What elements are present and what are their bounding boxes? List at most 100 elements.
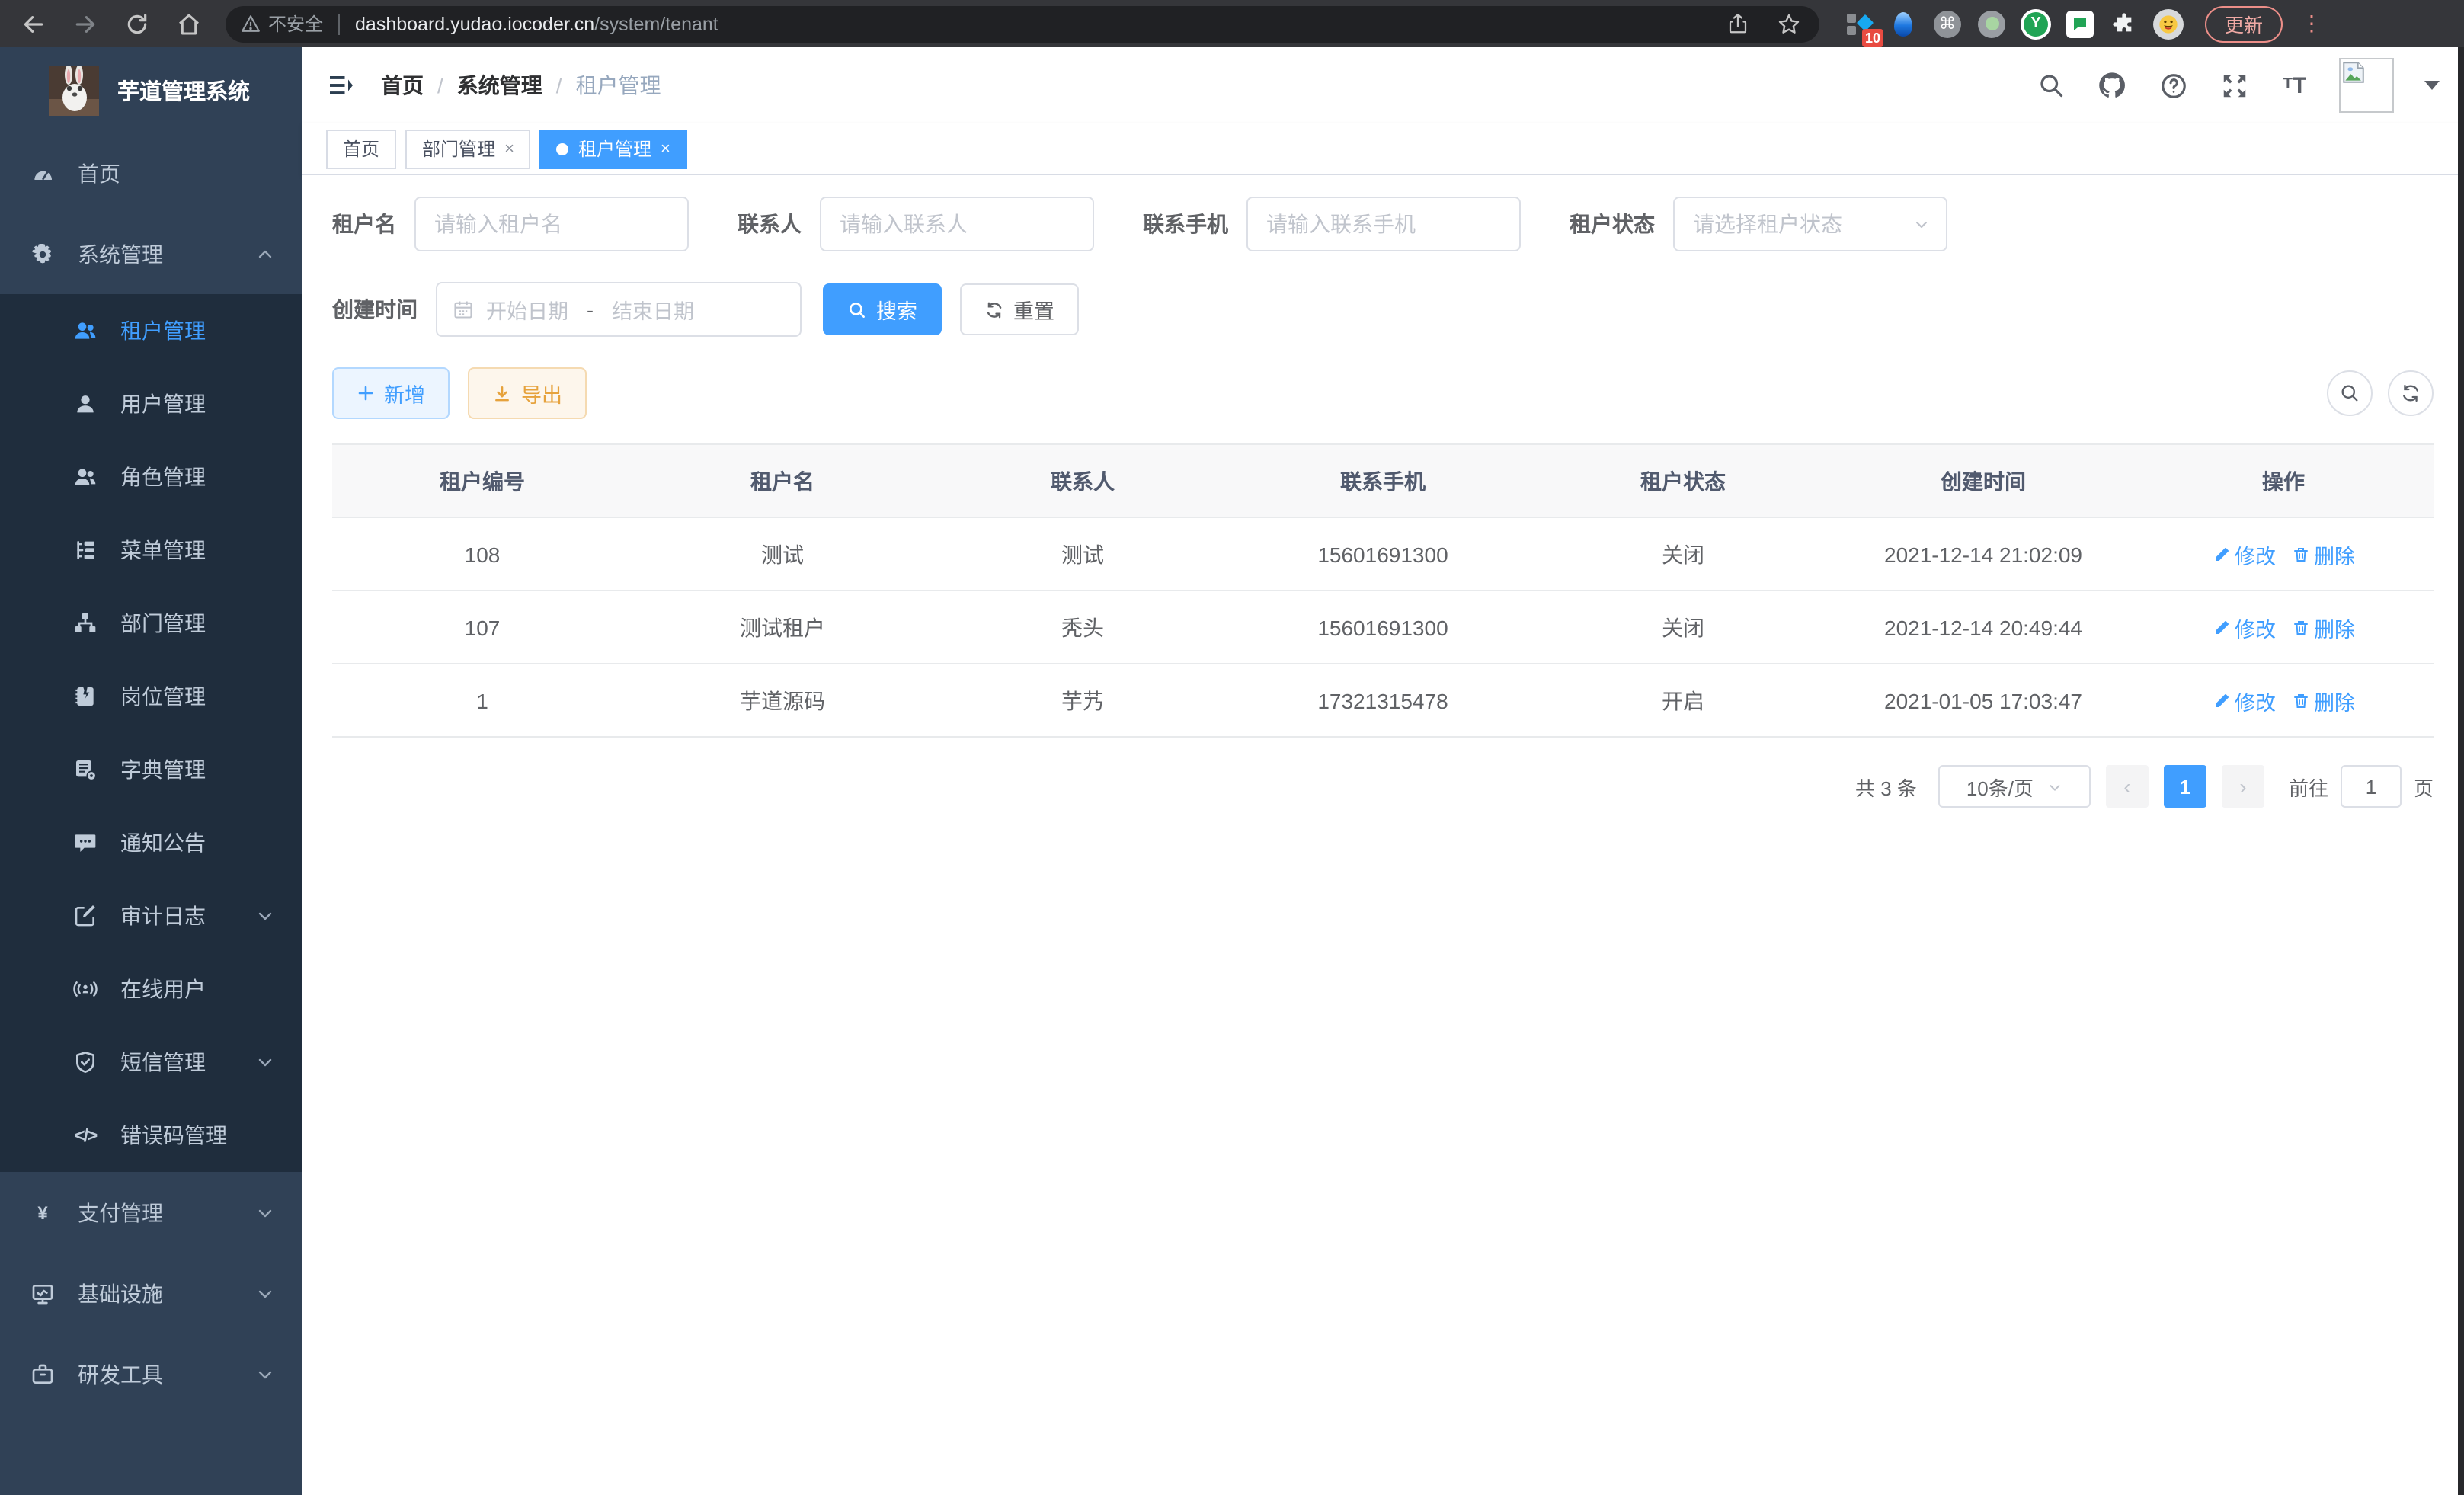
browser-back-icon[interactable] <box>12 2 55 45</box>
calendar-icon <box>453 299 474 320</box>
browser-reload-icon[interactable] <box>116 2 158 45</box>
breadcrumb-home[interactable]: 首页 <box>381 70 424 101</box>
reset-button[interactable]: 重置 <box>960 283 1079 335</box>
fullscreen-icon[interactable] <box>2217 69 2251 102</box>
active-tab-dot <box>557 142 569 155</box>
sidebar-logo[interactable]: 芋道管理系统 <box>0 47 302 133</box>
share-icon[interactable] <box>1722 2 1752 45</box>
refresh-table-button[interactable] <box>2388 370 2434 416</box>
browser-update-button[interactable]: 更新 <box>2205 5 2283 42</box>
sidebar-item-menu[interactable]: 菜单管理 <box>0 514 302 587</box>
current-page-button[interactable]: 1 <box>2164 765 2206 808</box>
extension-puzzle-icon[interactable] <box>2109 8 2139 39</box>
sidebar-item-dict[interactable]: 字典管理 <box>0 733 302 806</box>
user-avatar-broken[interactable] <box>2339 58 2394 113</box>
filter-label: 租户状态 <box>1570 209 1655 239</box>
sidebar-item-system[interactable]: 系统管理 <box>0 213 302 294</box>
extension-record-icon[interactable] <box>1976 8 2007 39</box>
tab-tenant-active[interactable]: 租户管理 × <box>540 129 687 168</box>
delete-link-label: 删除 <box>2314 539 2355 569</box>
sidebar-item-home[interactable]: 首页 <box>0 133 302 213</box>
cell-created: 2021-01-05 17:03:47 <box>1833 664 2133 737</box>
extension-command-icon[interactable]: ⌘ <box>1932 8 1963 39</box>
search-button[interactable]: 搜索 <box>823 283 942 335</box>
tab-close-icon[interactable]: × <box>504 139 514 158</box>
github-icon[interactable] <box>2095 69 2129 102</box>
sidebar-item-role[interactable]: 角色管理 <box>0 440 302 514</box>
sidebar-item-notice[interactable]: 通知公告 <box>0 806 302 879</box>
contact-input[interactable] <box>820 197 1094 251</box>
header-search-icon[interactable] <box>2034 69 2068 102</box>
sidebar-item-error-code[interactable]: </> 错误码管理 <box>0 1099 302 1172</box>
extension-grid-icon[interactable]: 10 <box>1844 8 1874 39</box>
edit-pencil-icon <box>2212 691 2230 709</box>
roles-users-icon <box>73 465 98 489</box>
browser-forward-icon[interactable] <box>64 2 107 45</box>
avatar-dropdown-caret[interactable] <box>2424 81 2440 90</box>
edit-link[interactable]: 修改 <box>2212 539 2276 569</box>
url-bar[interactable]: 不安全 dashboard.yudao.iocoder.cn/system/te… <box>226 5 1819 42</box>
sidebar-item-infra[interactable]: 基础设施 <box>0 1253 302 1333</box>
extension-balloon-icon[interactable] <box>1888 8 1918 39</box>
window-scrollbar[interactable] <box>2458 47 2464 1495</box>
extension-chat-icon[interactable] <box>2065 8 2095 39</box>
chevron-down-icon <box>256 1365 274 1383</box>
sidebar-item-label: 角色管理 <box>120 462 206 492</box>
sidebar-item-dept[interactable]: 部门管理 <box>0 587 302 660</box>
help-icon[interactable] <box>2156 69 2190 102</box>
chevron-up-icon <box>256 245 274 263</box>
sidebar-item-label: 首页 <box>78 158 120 188</box>
edit-link[interactable]: 修改 <box>2212 612 2276 642</box>
page-size-value: 10条/页 <box>1966 772 2034 801</box>
col-contact: 联系人 <box>933 444 1233 517</box>
tenant-users-icon <box>73 319 98 343</box>
filter-mobile: 联系手机 <box>1143 197 1521 251</box>
sidebar-item-devtools[interactable]: 研发工具 <box>0 1333 302 1414</box>
page-size-select[interactable]: 10条/页 <box>1938 765 2091 808</box>
sidebar-item-label: 用户管理 <box>120 389 206 419</box>
browser-menu-icon[interactable]: ⋮ <box>2301 11 2322 37</box>
delete-link[interactable]: 删除 <box>2291 612 2355 642</box>
goto-page-input[interactable] <box>2341 765 2402 808</box>
table-toolbar: 新增 导出 <box>332 367 2434 419</box>
tab-home[interactable]: 首页 <box>326 129 396 168</box>
sidebar-item-audit-log[interactable]: 审计日志 <box>0 879 302 952</box>
bookmark-star-icon[interactable] <box>1774 2 1804 45</box>
tab-close-icon[interactable]: × <box>661 139 670 158</box>
sidebar-item-tenant[interactable]: 租户管理 <box>0 294 302 367</box>
security-warning[interactable]: 不安全 <box>241 11 323 37</box>
sidebar-item-online-users[interactable]: 在线用户 <box>0 952 302 1026</box>
delete-link[interactable]: 删除 <box>2291 685 2355 715</box>
extension-y-icon[interactable]: Y <box>2021 8 2051 39</box>
toggle-search-button[interactable] <box>2327 370 2373 416</box>
next-page-button[interactable]: › <box>2222 765 2264 808</box>
sidebar-item-post[interactable]: 岗位管理 <box>0 660 302 733</box>
font-size-icon[interactable]: TT <box>2278 69 2312 102</box>
url-text[interactable]: dashboard.yudao.iocoder.cn/system/tenant <box>355 13 718 34</box>
broken-image-icon <box>2341 59 2366 85</box>
prev-page-button[interactable]: ‹ <box>2106 765 2149 808</box>
status-select[interactable]: 请选择租户状态 <box>1673 197 1947 251</box>
sidebar-collapse-icon[interactable] <box>326 70 357 101</box>
sidebar-item-user[interactable]: 用户管理 <box>0 367 302 440</box>
page-content: 租户名 联系人 联系手机 租户状态 请选择租户状态 <box>302 175 2464 1495</box>
add-button[interactable]: 新增 <box>332 367 450 419</box>
delete-link[interactable]: 删除 <box>2291 539 2355 569</box>
mobile-input[interactable] <box>1246 197 1521 251</box>
edit-link[interactable]: 修改 <box>2212 685 2276 715</box>
sidebar-item-label: 菜单管理 <box>120 535 206 565</box>
sidebar-item-sms[interactable]: 短信管理 <box>0 1026 302 1099</box>
tenant-name-input[interactable] <box>414 197 689 251</box>
extension-avatar-emoji[interactable] <box>2153 8 2184 39</box>
table-row: 108 测试 测试 15601691300 关闭 2021-12-14 21:0… <box>332 517 2434 591</box>
created-date-range-picker[interactable]: 开始日期 - 结束日期 <box>436 282 802 337</box>
user-icon <box>73 392 98 416</box>
announcement-icon <box>73 831 98 855</box>
browser-home-icon[interactable] <box>168 2 210 45</box>
breadcrumb-separator: / <box>437 73 443 98</box>
breadcrumb-system[interactable]: 系统管理 <box>457 70 542 101</box>
export-button[interactable]: 导出 <box>468 367 587 419</box>
tab-dept[interactable]: 部门管理 × <box>405 129 531 168</box>
sidebar-item-pay[interactable]: ¥ 支付管理 <box>0 1172 302 1253</box>
navbar: 首页 / 系统管理 / 租户管理 <box>302 47 2464 123</box>
